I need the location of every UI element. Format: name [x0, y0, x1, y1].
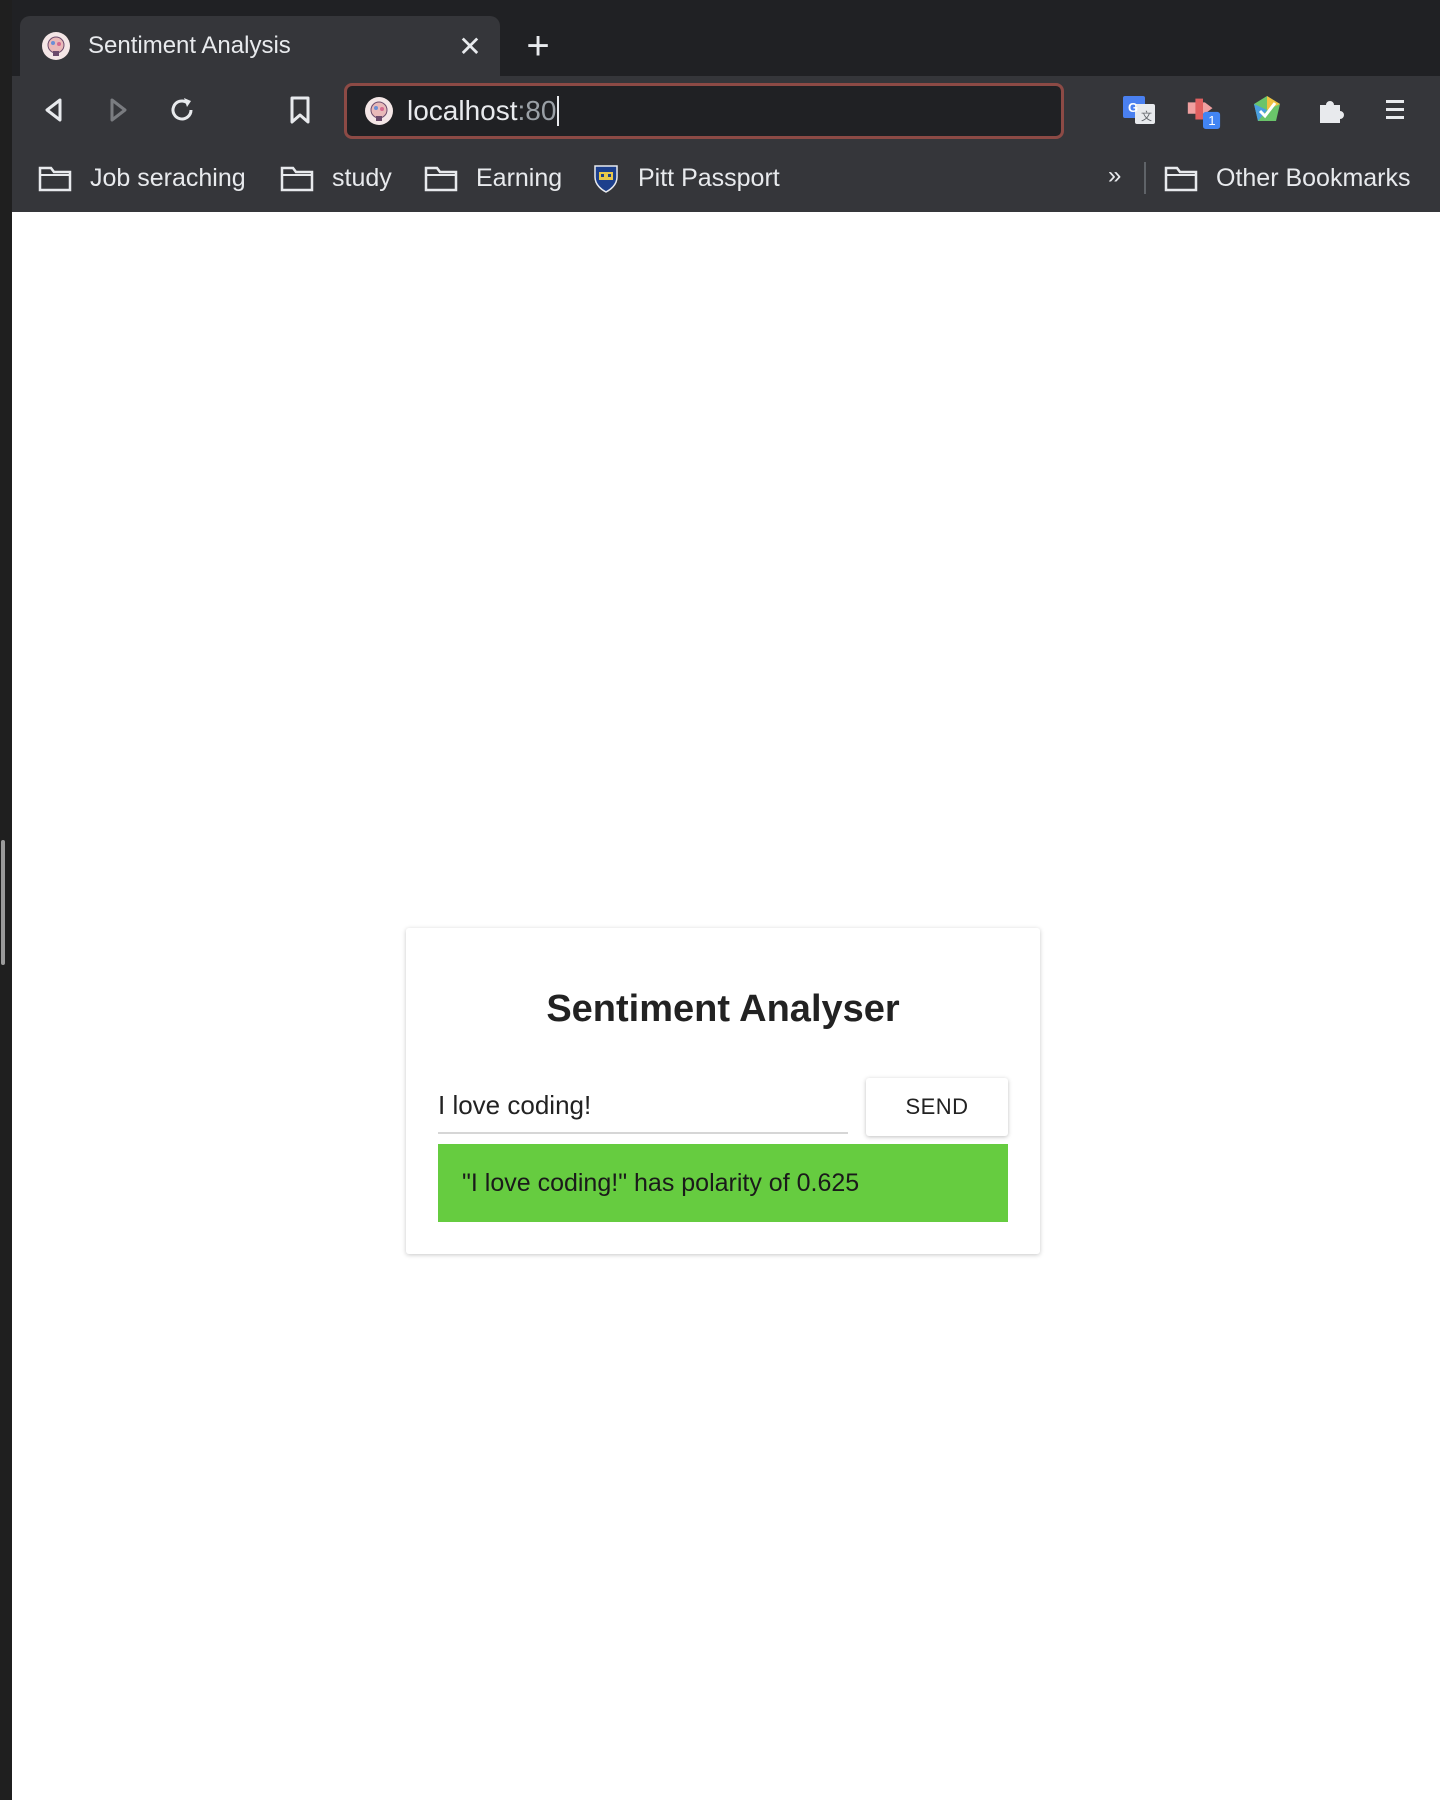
window-edge — [0, 0, 12, 1800]
address-host: localhost — [407, 95, 518, 126]
scrollbar-thumb[interactable] — [1, 840, 5, 965]
color-picker-button[interactable] — [1248, 91, 1286, 129]
brain-head-icon — [42, 32, 70, 60]
page-title: Sentiment Analyser — [546, 988, 900, 1030]
google-translate-icon: G 文 — [1123, 96, 1155, 124]
tab-sentiment-analysis[interactable]: Sentiment Analysis ✕ — [20, 16, 500, 76]
bookmarks-divider — [1144, 162, 1146, 194]
bookmark-other-bookmarks[interactable]: Other Bookmarks — [1164, 158, 1411, 198]
extension-badge-icon: 1 — [1187, 98, 1221, 129]
bookmark-button[interactable] — [280, 90, 320, 130]
page-content: Sentiment Analyser SEND "I love coding!"… — [12, 214, 1440, 1800]
close-tab-icon[interactable]: ✕ — [454, 30, 486, 62]
browser-window: Sentiment Analysis ✕ + localhost:80 G 文… — [12, 0, 1440, 212]
extensions-button[interactable] — [1312, 91, 1350, 129]
bookmark-icon — [290, 96, 310, 124]
polarity-result: "I love coding!" has polarity of 0.625 — [438, 1144, 1008, 1222]
bookmark-label: study — [332, 163, 392, 192]
folder-icon — [1164, 164, 1198, 192]
bookmarks-bar: Job seraching study Earning Pitt Passpor… — [12, 144, 1440, 212]
input-row: SEND — [438, 1078, 1008, 1136]
svg-text:G: G — [1128, 100, 1138, 115]
menu-icon — [1386, 100, 1404, 119]
bookmark-pitt-passport[interactable]: Pitt Passport — [592, 158, 780, 198]
pitt-shield-icon — [592, 163, 620, 193]
text-caret — [557, 96, 560, 126]
bookmark-study[interactable]: study — [280, 158, 392, 198]
back-button[interactable] — [34, 90, 74, 130]
bookmark-earning[interactable]: Earning — [424, 158, 562, 198]
new-tab-button[interactable]: + — [518, 26, 558, 66]
tab-strip: Sentiment Analysis ✕ + — [12, 0, 1440, 76]
bookmark-job-seraching[interactable]: Job seraching — [38, 158, 246, 198]
extension-badge-button[interactable]: 1 — [1184, 91, 1222, 129]
reload-icon — [171, 98, 193, 121]
bookmark-label: Earning — [476, 163, 563, 192]
bookmarks-overflow-button[interactable]: » — [1108, 162, 1121, 190]
folder-icon — [280, 164, 314, 192]
bookmark-label: Job seraching — [90, 163, 246, 192]
google-translate-button[interactable]: G 文 — [1120, 91, 1158, 129]
send-button[interactable]: SEND — [866, 1078, 1008, 1136]
browser-menu-button[interactable] — [1376, 91, 1414, 129]
bookmark-label: Other Bookmarks — [1216, 163, 1411, 192]
reload-button[interactable] — [162, 90, 202, 130]
address-port: :80 — [517, 95, 557, 126]
browser-toolbar: localhost:80 G 文 1 — [12, 76, 1440, 144]
address-bar[interactable]: localhost:80 — [344, 83, 1064, 139]
svg-text:文: 文 — [1141, 109, 1152, 123]
sentence-input[interactable] — [438, 1078, 848, 1134]
folder-icon — [424, 164, 458, 192]
svg-text:1: 1 — [1208, 113, 1215, 128]
back-icon — [45, 98, 62, 122]
bookmark-label: Pitt Passport — [638, 163, 780, 192]
folder-icon — [38, 164, 72, 192]
puzzle-icon — [1320, 101, 1344, 123]
site-favicon-icon — [365, 97, 393, 125]
color-picker-icon — [1254, 96, 1280, 121]
forward-button[interactable] — [98, 90, 138, 130]
forward-icon — [110, 98, 127, 122]
tab-title: Sentiment Analysis — [88, 32, 291, 59]
sentiment-card: Sentiment Analyser SEND "I love coding!"… — [406, 928, 1040, 1254]
